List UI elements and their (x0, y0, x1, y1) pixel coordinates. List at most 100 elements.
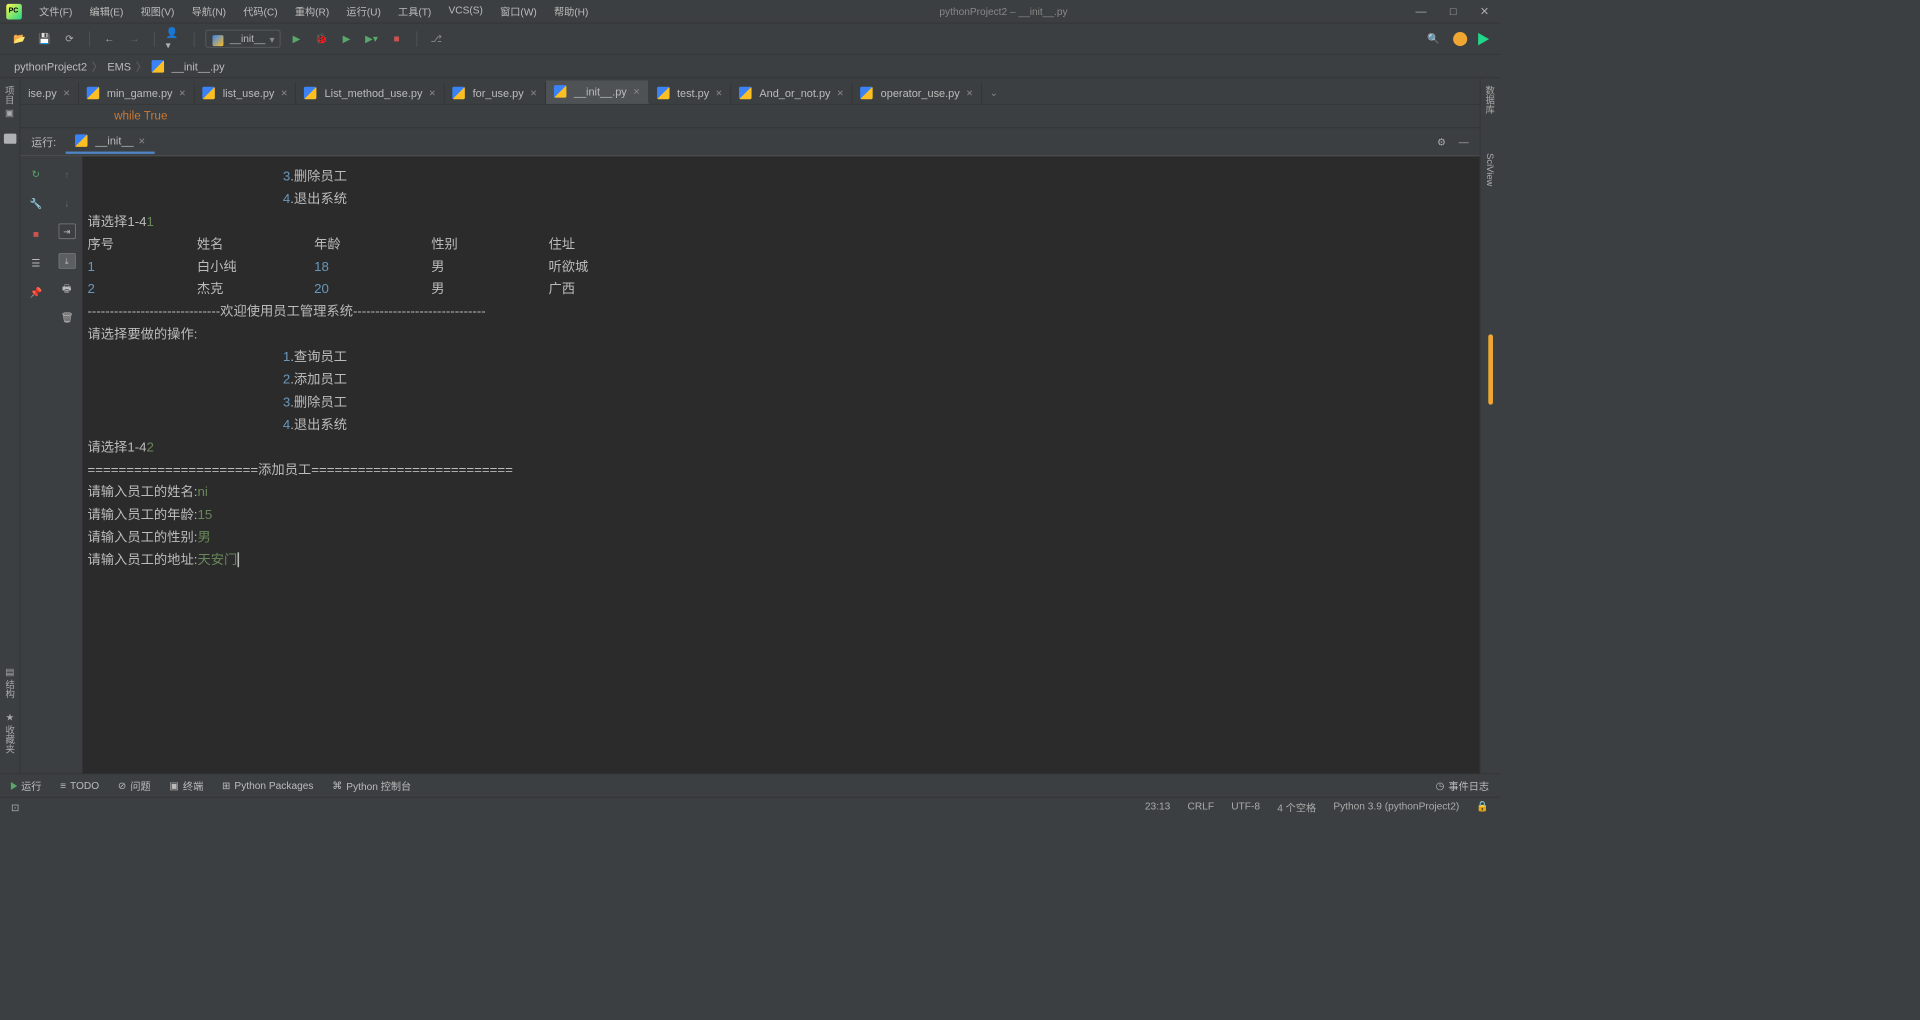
menu-view[interactable]: 视图(V) (133, 1, 182, 22)
folder-icon[interactable] (4, 134, 17, 144)
close-icon[interactable]: ✕ (715, 88, 722, 98)
python-file-icon (860, 87, 873, 100)
problems-button[interactable]: ⊘ 问题 (118, 778, 151, 793)
menu-run[interactable]: 运行(U) (339, 1, 389, 22)
python-console-button[interactable]: ⌘ Python 控制台 (332, 778, 411, 793)
menu-nav[interactable]: 导航(N) (184, 1, 234, 22)
scroll-indicator (1488, 335, 1493, 405)
todo-button[interactable]: ≡ TODO (60, 780, 99, 792)
profile-icon[interactable]: ▶▾ (363, 30, 380, 47)
editor-context-line: while True (20, 105, 1479, 128)
delete-icon[interactable]: 🗑 (60, 311, 74, 325)
menu-tools[interactable]: 工具(T) (390, 1, 439, 22)
editor-tabs: ise.py✕ min_game.py✕ list_use.py✕ List_m… (20, 78, 1479, 105)
python-file-icon (75, 134, 88, 147)
user-icon[interactable]: 👤▾ (166, 30, 183, 47)
close-icon[interactable]: ✕ (63, 88, 70, 98)
breadcrumb-item[interactable]: __init__.py (172, 60, 225, 73)
database-tool-tab[interactable]: 数据库 (1484, 86, 1497, 114)
run-icon[interactable]: ▶ (288, 30, 305, 47)
cursor-position[interactable]: 23:13 (1145, 800, 1170, 815)
gear-icon[interactable]: ⚙ (1437, 136, 1446, 149)
stop-icon[interactable]: ■ (388, 30, 405, 47)
soft-wrap-icon[interactable]: ⇥ (58, 223, 75, 239)
code-with-me-icon[interactable] (1478, 32, 1489, 45)
pin-icon[interactable]: 📌 (29, 286, 43, 300)
tab-ise[interactable]: ise.py✕ (20, 82, 78, 104)
close-icon[interactable]: ✕ (281, 88, 288, 98)
close-icon[interactable]: ✕ (179, 88, 186, 98)
tool-window-toggle-icon[interactable]: ⊡ (11, 801, 20, 814)
tab-operator[interactable]: operator_use.py✕ (853, 82, 982, 104)
stop-icon[interactable]: ■ (29, 227, 43, 241)
rerun-icon[interactable]: ↻ (29, 167, 43, 181)
python-file-icon (554, 85, 567, 98)
line-separator[interactable]: CRLF (1188, 800, 1215, 815)
console-output[interactable]: 33.删除员工.删除员工 4.退出系统 请选择1-41 序号姓名年龄性别住址 1… (83, 156, 1480, 773)
structure-tool-tab[interactable]: ▤ 结构 (4, 667, 17, 699)
refresh-icon[interactable]: ⟳ (61, 30, 78, 47)
run-panel-label: 运行: (31, 134, 56, 150)
sciview-tool-tab[interactable]: SciView (1485, 153, 1496, 186)
terminal-button[interactable]: ▣ 终端 (169, 778, 203, 793)
search-icon[interactable]: 🔍 (1425, 30, 1442, 47)
tab-init[interactable]: __init__.py✕ (546, 80, 649, 103)
python-interpreter[interactable]: Python 3.9 (pythonProject2) (1333, 800, 1459, 815)
save-icon[interactable]: 💾 (36, 30, 53, 47)
menu-edit[interactable]: 编辑(E) (82, 1, 131, 22)
breadcrumb-item[interactable]: EMS (107, 60, 131, 73)
event-log-button[interactable]: ◷ 事件日志 (1436, 778, 1489, 793)
hide-icon[interactable]: — (1459, 136, 1469, 149)
menu-window[interactable]: 窗口(W) (492, 1, 544, 22)
run-config-selector[interactable]: __init__ (205, 30, 280, 48)
menu-vcs[interactable]: VCS(S) (441, 1, 491, 22)
close-icon[interactable]: ✕ (530, 88, 537, 98)
ide-status-icon[interactable] (1453, 32, 1467, 46)
tab-min-game[interactable]: min_game.py✕ (79, 82, 195, 104)
breadcrumb-item[interactable]: pythonProject2 (14, 60, 87, 73)
close-icon[interactable]: ✕ (633, 86, 640, 96)
open-icon[interactable]: 📂 (11, 30, 28, 47)
menu-code[interactable]: 代码(C) (235, 1, 285, 22)
up-arrow-icon[interactable]: ↑ (60, 167, 74, 181)
close-icon[interactable]: ✕ (429, 88, 436, 98)
back-icon[interactable]: ← (101, 30, 118, 47)
favorites-tool-tab[interactable]: ★ 收藏夹 (4, 711, 17, 753)
tab-test[interactable]: test.py✕ (649, 82, 731, 104)
close-icon[interactable]: ✕ (966, 88, 973, 98)
forward-icon[interactable]: → (126, 30, 143, 47)
tab-and-or-not[interactable]: And_or_not.py✕ (731, 82, 852, 104)
layout-icon[interactable]: ☰ (29, 256, 43, 270)
debug-icon[interactable]: 🐞 (313, 30, 330, 47)
python-file-icon (304, 87, 317, 100)
run-tab-init[interactable]: __init__ ✕ (66, 130, 155, 154)
project-tool-window-tab[interactable]: 项目 ▣ (3, 86, 16, 118)
breadcrumb: pythonProject2 〉 EMS 〉 __init__.py (0, 55, 1500, 78)
indent-setting[interactable]: 4 个空格 (1277, 800, 1316, 815)
tab-for-use[interactable]: for_use.py✕ (445, 82, 546, 104)
window-title: pythonProject2 – __init__.py (596, 5, 1411, 17)
git-icon[interactable]: ⎇ (428, 30, 445, 47)
lock-icon[interactable]: 🔒 (1476, 800, 1489, 815)
wrench-icon[interactable]: 🔧 (29, 197, 43, 211)
file-encoding[interactable]: UTF-8 (1231, 800, 1260, 815)
run-tool-window-button[interactable]: 运行 (11, 778, 41, 793)
coverage-icon[interactable]: ▶ (338, 30, 355, 47)
python-file-icon (151, 60, 164, 73)
down-arrow-icon[interactable]: ↓ (60, 195, 74, 209)
window-maximize[interactable]: □ (1445, 3, 1461, 19)
window-close[interactable]: ✕ (1475, 3, 1494, 19)
window-minimize[interactable]: — (1411, 3, 1431, 19)
tab-list-method[interactable]: List_method_use.py✕ (296, 82, 444, 104)
tab-list-use[interactable]: list_use.py✕ (195, 82, 297, 104)
scroll-to-end-icon[interactable]: ⤓ (58, 253, 75, 269)
close-icon[interactable]: ✕ (837, 88, 844, 98)
menu-help[interactable]: 帮助(H) (546, 1, 596, 22)
menu-refactor[interactable]: 重构(R) (287, 1, 337, 22)
python-packages-button[interactable]: ⊞ Python Packages (222, 779, 313, 792)
close-icon[interactable]: ✕ (138, 136, 145, 146)
menu-file[interactable]: 文件(F) (31, 1, 80, 22)
menubar: 文件(F) 编辑(E) 视图(V) 导航(N) 代码(C) 重构(R) 运行(U… (31, 1, 596, 22)
print-icon[interactable]: 🖶 (60, 283, 74, 297)
more-tabs-icon[interactable]: ⌄ (982, 82, 1006, 104)
